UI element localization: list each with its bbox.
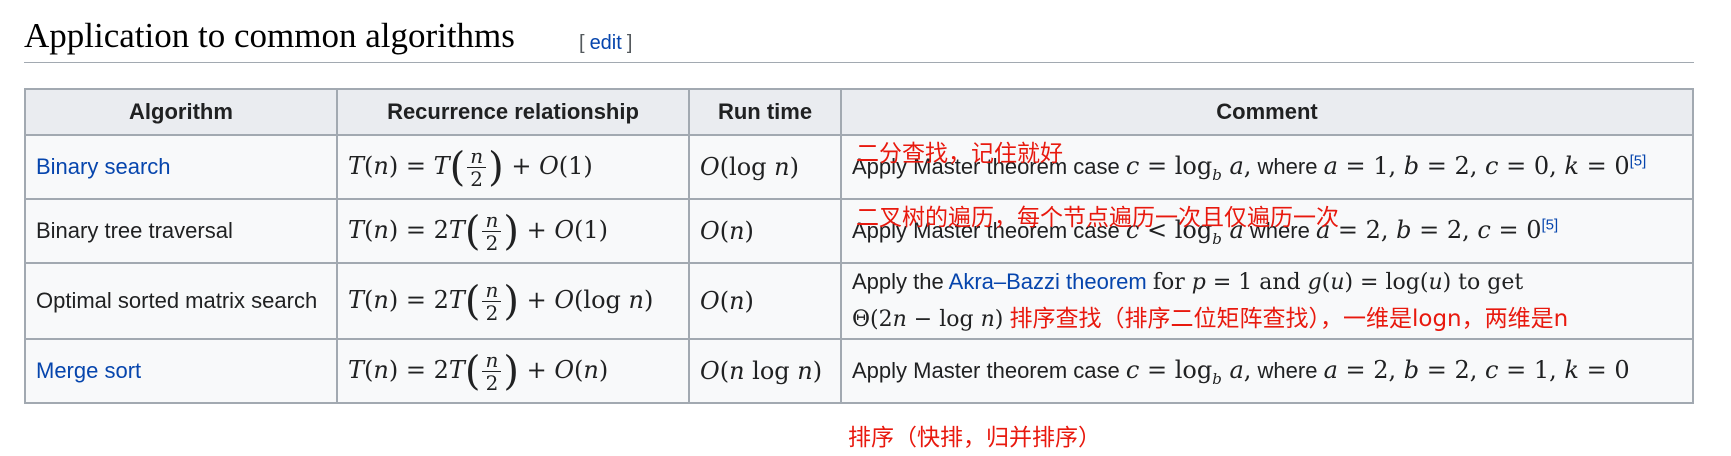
header-run-time: Run time — [688, 88, 842, 136]
edit-link[interactable]: edit — [590, 32, 622, 54]
recurrence-cell: T(n) = 2T(n 2) + O(1) — [336, 198, 690, 264]
comment-for-clause: for p = 1 and g(u) = log(u) to get — [1152, 270, 1524, 295]
recurrence-formula: T(n) = T(n 2) + O(1) — [348, 143, 593, 191]
algorithms-table: Algorithm Recurrence relationship Run ti… — [24, 88, 1694, 404]
comment-cell: Apply Master theorem case c = logb a, wh… — [840, 338, 1694, 404]
table-row: Binary tree traversal T(n) = 2T(n 2) + O(… — [24, 198, 1694, 264]
comment-math: c = logb a, — [1125, 152, 1252, 184]
comment-where: where — [1257, 358, 1318, 383]
recurrence-formula: T(n) = 2T(n 2) + O(1) — [348, 207, 609, 255]
comment-params: a = 2, b = 2, c = 1, k = 0 — [1323, 356, 1630, 384]
table-row: Binary search T(n) = T(n 2) + O(1) O(log … — [24, 134, 1694, 200]
footer-annotation-note: 排序（快排，归并排序） — [848, 425, 1101, 451]
binary-search-link[interactable]: Binary search — [36, 154, 171, 179]
run-time-value: O(log n) — [700, 153, 800, 181]
comment-prefix: Apply the — [852, 269, 944, 294]
annotation-note: 二分查找，记住就好 — [856, 141, 1063, 167]
algorithm-cell: Binary search — [24, 134, 338, 200]
header-algorithm: Algorithm — [24, 88, 338, 136]
run-time-value: O(n) — [700, 217, 754, 245]
comment-prefix: Apply Master theorem case — [852, 358, 1120, 383]
header-row: Algorithm Recurrence relationship Run ti… — [24, 88, 1694, 136]
comment-where: where — [1257, 154, 1318, 179]
comment-params: a = 2, b = 2, c = 0 — [1315, 216, 1542, 244]
run-time-cell: O(n log n) — [688, 338, 842, 404]
annotation-note: 二叉树的遍历，每个节点遍历一次且仅遍历一次 — [856, 205, 1339, 231]
comment-cell: 二分查找，记住就好 Apply Master theorem case c = … — [840, 134, 1694, 200]
recurrence-formula: T(n) = 2T(n 2) + O(n) — [348, 347, 609, 395]
reference-sup: [5] — [1630, 153, 1647, 170]
annotation-note: 排序查找（排序二位矩阵查找），一维是logn，两维是n — [1009, 306, 1569, 332]
edit-bracket-close: ] — [626, 32, 633, 54]
header-recurrence: Recurrence relationship — [336, 88, 690, 136]
reference-link[interactable]: [5] — [1630, 153, 1647, 170]
header-comment: Comment — [840, 88, 1694, 136]
algorithm-cell: Binary tree traversal — [24, 198, 338, 264]
edit-bracket-open: [ — [579, 32, 585, 54]
merge-sort-link[interactable]: Merge sort — [36, 358, 141, 383]
section-title: Application to common algorithms — [24, 16, 515, 55]
recurrence-formula: T(n) = 2T(n 2) + O(log n) — [348, 277, 654, 325]
comment-math: Θ(2n − log n) — [852, 307, 1004, 332]
run-time-value: O(n) — [700, 287, 754, 315]
edit-section: [edit] — [579, 32, 632, 55]
reference-sup: [5] — [1542, 217, 1559, 234]
run-time-cell: O(n) — [688, 198, 842, 264]
table-row: Optimal sorted matrix search T(n) = 2T(n… — [24, 262, 1694, 340]
comment-cell: 二叉树的遍历，每个节点遍历一次且仅遍历一次 Apply Master theor… — [840, 198, 1694, 264]
recurrence-cell: T(n) = T(n 2) + O(1) — [336, 134, 690, 200]
comment-cell: Apply the Akra–Bazzi theorem for p = 1 a… — [840, 262, 1694, 340]
run-time-cell: O(log n) — [688, 134, 842, 200]
algorithm-cell: Merge sort — [24, 338, 338, 404]
table-row: Merge sort T(n) = 2T(n 2) + O(n) O(n log … — [24, 338, 1694, 404]
comment-params: a = 1, b = 2, c = 0, k = 0 — [1323, 152, 1630, 180]
run-time-value: O(n log n) — [700, 357, 823, 385]
section-heading: Application to common algorithms [edit] — [24, 10, 1694, 63]
algorithm-cell: Optimal sorted matrix search — [24, 262, 338, 340]
comment-math: c = logb a, — [1125, 356, 1252, 388]
akra-bazzi-link[interactable]: Akra–Bazzi theorem — [949, 269, 1147, 294]
recurrence-cell: T(n) = 2T(n 2) + O(n) — [336, 338, 690, 404]
recurrence-cell: T(n) = 2T(n 2) + O(log n) — [336, 262, 690, 340]
reference-link[interactable]: [5] — [1542, 217, 1559, 234]
run-time-cell: O(n) — [688, 262, 842, 340]
